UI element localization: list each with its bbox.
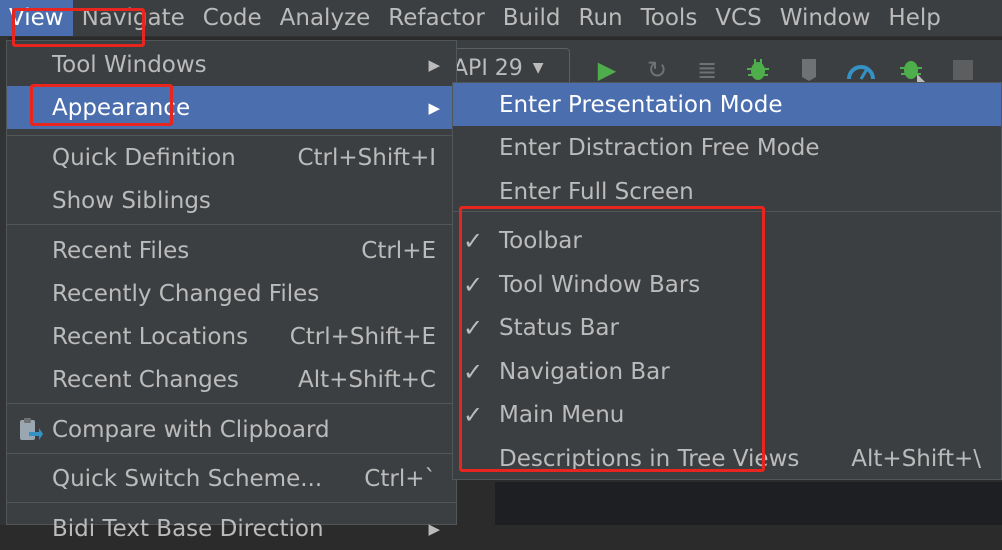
menu-analyze[interactable]: Analyze [271,0,380,36]
check-icon: ✓ [463,400,484,429]
menu-item-recent-changes[interactable]: Recent Changes Alt+Shift+C [7,358,456,401]
menu-tools-label: Tools [640,5,698,31]
menu-item-compare-with-clipboard[interactable]: Compare with Clipboard [7,408,456,451]
clipboard-compare-icon [15,415,45,445]
menu-vcs[interactable]: VCS [706,0,770,36]
menu-item-label: Enter Presentation Mode [499,91,783,118]
menu-item-label: Enter Full Screen [499,178,694,205]
menu-item-label: Recently Changed Files [52,280,320,307]
menu-item-label: Tool Windows [52,51,207,78]
menu-item-show-siblings[interactable]: Show Siblings [7,179,456,222]
menu-item-descriptions-tree-views[interactable]: Descriptions in Tree Views Alt+Shift+\ [453,437,1001,480]
menu-navigate-label: Navigate [81,5,185,31]
menu-item-label: Compare with Clipboard [52,416,330,443]
menu-vcs-label: VCS [715,5,762,31]
run-icon[interactable]: ▶ [592,55,622,85]
check-icon: ✓ [463,226,484,255]
menu-run-label: Run [578,5,623,31]
menu-item-label: Appearance [52,94,191,121]
menu-help-label: Help [888,5,941,31]
menu-item-label: Enter Distraction Free Mode [499,134,820,161]
menu-item-shortcut: Ctrl+E [361,237,436,264]
menu-item-label: Recent Locations [52,323,249,350]
menu-window[interactable]: Window [771,0,880,36]
menu-code-label: Code [202,5,262,31]
menu-item-distraction-free-mode[interactable]: Enter Distraction Free Mode [453,126,1001,169]
menu-item-shortcut: Alt+Shift+\ [851,445,981,472]
menu-item-status-bar[interactable]: ✓ Status Bar [453,306,1001,349]
appearance-submenu-popup: Enter Presentation Mode Enter Distractio… [452,82,1002,480]
menu-item-label: Quick Definition [52,144,236,171]
menu-item-shortcut: Ctrl+Shift+I [297,144,436,171]
menu-item-recently-changed-files[interactable]: Recently Changed Files [7,272,456,315]
menu-item-bidi-text-direction[interactable]: Bidi Text Base Direction ▶ [7,507,456,550]
menu-tools[interactable]: Tools [632,0,707,36]
menu-item-appearance[interactable]: Appearance ▶ [7,86,456,129]
menu-item-label: Status Bar [499,314,619,341]
menu-item-shortcut: Alt+Shift+C [297,366,436,393]
menu-item-recent-files[interactable]: Recent Files Ctrl+E [7,229,456,272]
menu-separator [453,211,1001,212]
menu-code[interactable]: Code [194,0,271,36]
menu-item-label: Recent Changes [52,366,239,393]
menu-item-label: Toolbar [499,227,582,254]
editor-area [495,482,1002,525]
menu-view-label: View [9,5,64,31]
submenu-arrow-icon: ▶ [428,98,440,117]
menu-item-navigation-bar[interactable]: ✓ Navigation Bar [453,350,1001,393]
menu-item-tool-windows[interactable]: Tool Windows ▶ [7,43,456,86]
menu-analyze-label: Analyze [279,5,371,31]
apply-code-changes-icon[interactable]: ≣ [692,55,722,85]
menu-item-toolbar[interactable]: ✓ Toolbar [453,219,1001,262]
menu-item-recent-locations[interactable]: Recent Locations Ctrl+Shift+E [7,315,456,358]
menu-item-label: Recent Files [52,237,190,264]
debug-attach-icon[interactable] [898,55,928,85]
api-level-label: API 29 [453,55,523,81]
menu-run[interactable]: Run [570,0,632,36]
check-icon: ✓ [463,357,484,386]
debug-icon[interactable] [743,55,773,85]
menu-item-label: Descriptions in Tree Views [499,445,800,472]
menu-item-presentation-mode[interactable]: Enter Presentation Mode [453,83,1001,126]
menu-navigate[interactable]: Navigate [73,0,194,36]
menu-item-quick-switch-scheme[interactable]: Quick Switch Scheme... Ctrl+` [7,457,456,500]
menu-build-label: Build [502,5,561,31]
profile-icon[interactable] [846,55,876,85]
menu-item-shortcut: Ctrl+` [364,465,436,492]
chevron-down-icon: ▼ [532,60,544,76]
menu-item-full-screen[interactable]: Enter Full Screen [453,170,1001,213]
menu-separator [7,403,456,404]
attach-debugger-icon[interactable] [795,55,825,85]
apply-changes-icon[interactable]: ↻ [642,55,672,85]
menu-separator [7,453,456,454]
menu-separator [7,224,456,225]
submenu-arrow-icon: ▶ [428,519,440,538]
menu-item-label: Tool Window Bars [499,271,701,298]
menu-help[interactable]: Help [879,0,949,36]
menu-item-main-menu[interactable]: ✓ Main Menu [453,393,1001,436]
main-menu-bar: View Navigate Code Analyze Refactor Buil… [0,0,1002,37]
check-icon: ✓ [463,270,484,299]
stop-icon[interactable] [948,55,978,85]
menu-build[interactable]: Build [494,0,570,36]
menu-window-label: Window [779,5,871,31]
menu-item-label: Show Siblings [52,187,211,214]
menu-item-label: Quick Switch Scheme... [52,465,323,492]
menu-item-shortcut: Ctrl+Shift+E [289,323,436,350]
menu-view[interactable]: View [0,0,73,36]
view-menu-popup: Tool Windows ▶ Appearance ▶ Quick Defini… [6,40,457,542]
menu-item-tool-window-bars[interactable]: ✓ Tool Window Bars [453,263,1001,306]
menu-item-quick-definition[interactable]: Quick Definition Ctrl+Shift+I [7,136,456,179]
menu-item-label: Bidi Text Base Direction [52,515,324,542]
menu-refactor[interactable]: Refactor [379,0,493,36]
check-icon: ✓ [463,313,484,342]
menu-refactor-label: Refactor [388,5,485,31]
submenu-arrow-icon: ▶ [428,55,440,74]
menu-item-label: Main Menu [499,401,625,428]
menu-item-label: Navigation Bar [499,358,670,385]
menu-separator [7,502,456,503]
